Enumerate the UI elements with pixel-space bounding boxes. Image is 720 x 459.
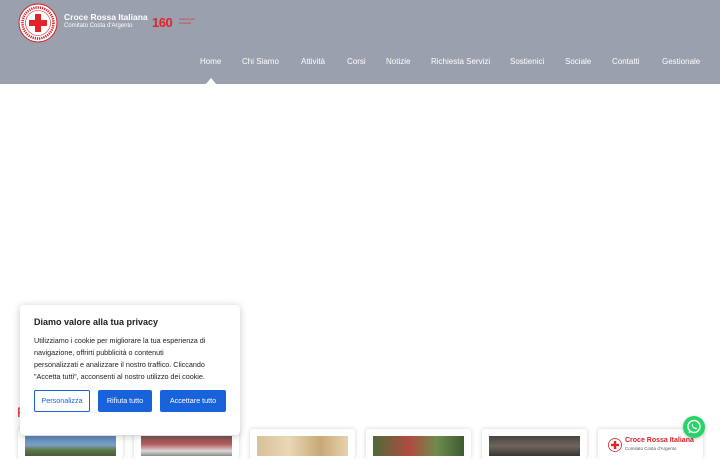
- nav-notizie[interactable]: Notizie: [386, 57, 410, 66]
- nav-sociale[interactable]: Sociale: [565, 57, 591, 66]
- cookie-text-line: personalizzati e analizzare il nostro tr…: [34, 360, 205, 369]
- accept-all-button[interactable]: Accettare tutto: [160, 390, 226, 412]
- card-image: [489, 436, 580, 456]
- active-nav-indicator: [206, 78, 216, 84]
- nav-contatti[interactable]: Contatti: [612, 57, 640, 66]
- anniversary-text: Insieme per l'umanità: [179, 17, 195, 25]
- nav-gestionale[interactable]: Gestionale: [662, 57, 700, 66]
- cookie-consent-banner: Diamo valore alla tua privacy Utilizziam…: [20, 305, 240, 435]
- brand-title[interactable]: Croce Rossa Italiana: [64, 12, 148, 22]
- site-header: Croce Rossa Italiana Comitato Costa d'Ar…: [0, 0, 720, 84]
- anniversary-logo: 160 Insieme per l'umanità: [152, 14, 202, 32]
- nav-richiesta-servizi[interactable]: Richiesta Servizi: [431, 57, 490, 66]
- brand-subtitle: Comitato Costa d'Argento: [64, 23, 133, 29]
- cookie-text-line: navigazione, offrirti pubblicità o conte…: [34, 348, 164, 357]
- card-image: [141, 436, 232, 456]
- anniversary-number: 160: [152, 15, 173, 30]
- news-card[interactable]: [250, 429, 355, 459]
- card-image: [373, 436, 464, 456]
- cookie-text-line: "Accetta tutti", acconsenti al nostro ut…: [34, 372, 205, 381]
- news-card[interactable]: [366, 429, 471, 459]
- reject-all-button[interactable]: Rifiuta tutto: [98, 390, 152, 412]
- nav-corsi[interactable]: Corsi: [347, 57, 366, 66]
- cookie-description: Utilizziamo i cookie per migliorare la t…: [34, 335, 229, 383]
- nav-home[interactable]: Home: [200, 57, 221, 66]
- card-image: [25, 436, 116, 456]
- card-brand-title: Croce Rossa Italiana: [625, 437, 694, 444]
- cri-logo-icon[interactable]: [18, 3, 58, 43]
- whatsapp-icon[interactable]: [683, 416, 705, 438]
- nav-chi-siamo[interactable]: Chi Siamo: [242, 57, 279, 66]
- nav-sostienici[interactable]: Sostienici: [510, 57, 544, 66]
- nav-attivita[interactable]: Attività: [301, 57, 325, 66]
- card-brand-subtitle: Comitato Costa d'Argento: [625, 446, 677, 451]
- card-image: [257, 436, 348, 456]
- customize-button[interactable]: Personalizza: [34, 390, 90, 412]
- news-card[interactable]: [482, 429, 587, 459]
- cookie-title: Diamo valore alla tua privacy: [34, 317, 159, 327]
- cookie-text-line: Utilizziamo i cookie per migliorare la t…: [34, 336, 206, 345]
